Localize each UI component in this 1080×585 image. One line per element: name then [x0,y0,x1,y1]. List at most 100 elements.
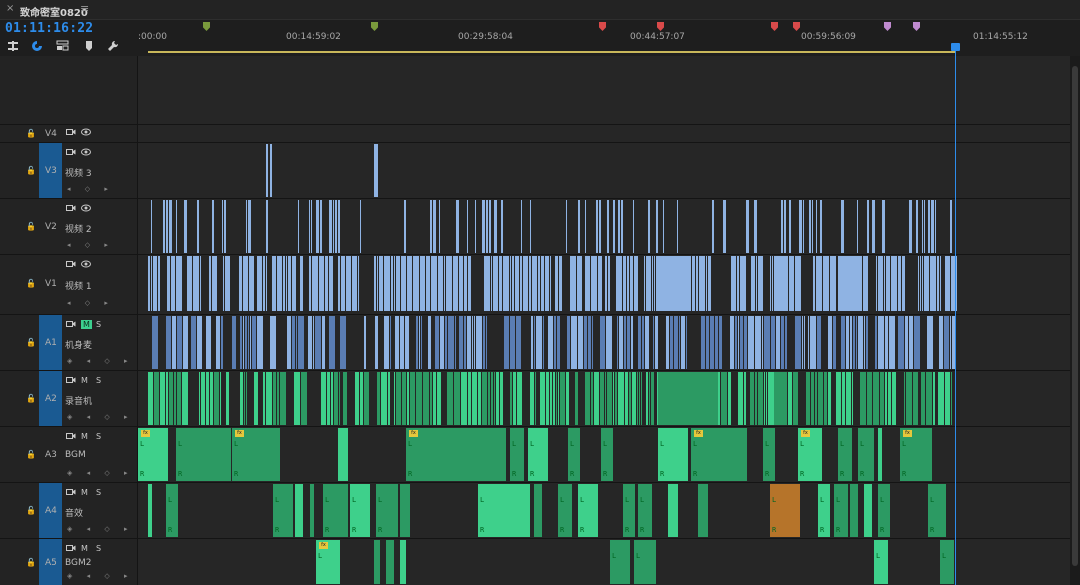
audio-clip[interactable] [472,372,477,425]
audio-clip[interactable] [592,316,593,369]
video-clip[interactable] [746,200,749,253]
audio-clip[interactable]: LR [478,484,530,537]
video-clip[interactable] [708,256,711,311]
audio-clip[interactable] [815,372,817,425]
video-clip[interactable] [699,256,705,311]
video-clip[interactable] [338,200,340,253]
video-clip[interactable] [789,200,791,253]
keyframe-navigator[interactable]: ◈ ◂ ◇ ▸ [67,525,133,533]
video-clip[interactable] [338,256,340,311]
video-clip[interactable] [882,200,885,253]
lock-icon[interactable]: 🔓 [26,450,36,459]
keyframe-navigator[interactable]: ◈ ◂ ◇ ▸ [67,572,133,580]
video-clip[interactable] [464,256,467,311]
audio-clip[interactable] [396,372,401,425]
audio-clip[interactable] [860,372,866,425]
audio-clip[interactable] [762,316,763,369]
video-clip[interactable] [605,256,607,311]
audio-clip[interactable] [240,372,243,425]
video-clip[interactable] [696,256,698,311]
audio-clip[interactable]: LR [273,484,293,537]
audio-clip[interactable] [681,316,685,369]
audio-clip[interactable] [774,372,786,425]
keyframe-navigator[interactable]: ◂ ◇ ▸ [67,241,114,249]
audio-clip[interactable] [718,372,720,425]
video-clip[interactable] [316,200,319,253]
video-clip[interactable] [577,256,582,311]
audio-clip[interactable] [488,372,490,425]
audio-clip[interactable] [738,316,739,369]
audio-clip[interactable] [909,316,913,369]
video-clip[interactable] [286,256,287,311]
track-lane-v2[interactable] [138,198,1080,254]
audio-clip[interactable] [939,316,943,369]
audio-clip[interactable] [339,372,340,425]
audio-clip[interactable] [355,372,359,425]
audio-clip[interactable] [447,372,453,425]
audio-clip[interactable] [781,316,784,369]
video-clip[interactable] [384,256,390,311]
audio-clip[interactable] [810,316,816,369]
audio-clip[interactable] [649,372,650,425]
video-clip[interactable] [309,200,310,253]
video-clip[interactable] [312,256,318,311]
video-clip[interactable] [391,256,393,311]
eye-icon[interactable] [81,128,91,138]
audio-clip[interactable] [600,316,605,369]
video-clip[interactable] [153,256,157,311]
sync-lock-icon[interactable] [66,320,76,330]
audio-clip[interactable] [243,316,244,369]
video-clip[interactable] [607,200,609,253]
video-clip[interactable] [940,256,941,311]
video-clip[interactable] [884,256,885,311]
audio-clip[interactable] [679,316,680,369]
audio-clip[interactable] [513,372,516,425]
audio-clip[interactable] [618,372,624,425]
audio-clip[interactable] [639,372,640,425]
audio-clip[interactable] [331,372,333,425]
video-clip[interactable] [922,256,923,311]
audio-clip[interactable] [407,372,409,425]
video-clip[interactable] [311,200,312,253]
audio-clip[interactable]: LR [528,428,548,481]
audio-clip[interactable] [666,316,669,369]
audio-clip[interactable] [295,484,303,537]
video-clip[interactable] [566,200,567,253]
audio-clip[interactable] [377,372,380,425]
audio-clip[interactable] [214,372,219,425]
video-clip[interactable] [187,256,192,311]
video-clip[interactable] [770,256,771,311]
video-clip[interactable] [456,200,459,253]
video-clip[interactable] [493,256,498,311]
video-clip[interactable] [813,256,815,311]
audio-clip[interactable] [464,316,466,369]
video-clip[interactable] [499,256,502,311]
lock-icon[interactable]: 🔓 [26,129,36,138]
audio-clip[interactable] [836,372,841,425]
audio-clip[interactable] [817,316,821,369]
video-clip[interactable] [930,256,936,311]
audio-clip[interactable] [921,372,925,425]
video-clip[interactable] [891,256,897,311]
video-clip[interactable] [578,200,580,253]
video-clip[interactable] [431,256,437,311]
audio-clip[interactable]: LR [601,428,613,481]
video-clip[interactable] [163,200,165,253]
audio-clip[interactable] [764,372,765,425]
video-clip[interactable] [532,256,537,311]
video-clip[interactable] [945,256,950,311]
audio-clip[interactable] [390,316,391,369]
audio-clip[interactable] [298,316,304,369]
audio-clip[interactable] [313,316,314,369]
audio-clip[interactable] [467,316,471,369]
video-clip[interactable] [184,200,187,253]
audio-clip[interactable] [221,316,223,369]
audio-clip[interactable] [308,316,312,369]
audio-clip[interactable] [567,316,570,369]
video-clip[interactable] [634,256,638,311]
video-clip[interactable] [300,256,303,311]
audio-clip[interactable] [806,372,810,425]
video-clip[interactable] [266,200,268,253]
audio-clip[interactable] [615,372,617,425]
audio-clip[interactable] [454,372,460,425]
